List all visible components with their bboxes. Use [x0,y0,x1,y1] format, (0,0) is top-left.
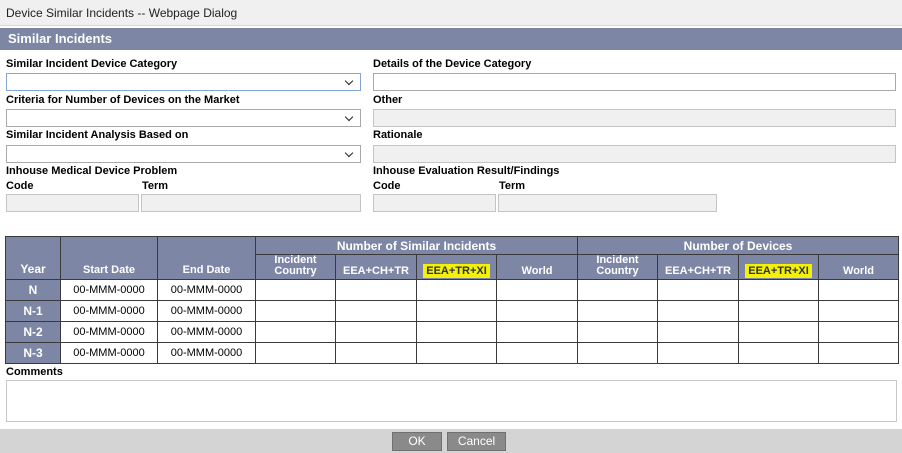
other-label: Other [373,94,403,106]
inhouse-eval-label: Inhouse Evaluation Result/Findings [373,165,560,177]
input-cell[interactable] [817,279,900,301]
window-title: Device Similar Incidents -- Webpage Dial… [0,0,902,26]
devices-world-header: World [817,254,900,280]
input-cell[interactable] [496,321,578,343]
input-cell[interactable] [817,300,900,322]
end-date-cell[interactable]: 00-MMM-0000 [157,321,256,343]
start-date-cell[interactable]: 00-MMM-0000 [60,279,158,301]
table-row: N-2 00-MMM-0000 00-MMM-0000 [5,321,900,343]
start-date-header: Start Date [60,236,158,280]
input-cell[interactable] [738,279,819,301]
devices-eea-ch-tr-header: EEA+CH+TR [657,254,739,280]
input-cell[interactable] [657,321,739,343]
input-cell[interactable] [657,279,739,301]
input-cell[interactable] [577,300,658,322]
dialog-footer: OK Cancel [0,429,902,453]
device-category-details-input[interactable] [373,73,896,91]
end-date-cell[interactable]: 00-MMM-0000 [157,279,256,301]
input-cell[interactable] [738,321,819,343]
eval-code-label: Code [373,180,401,192]
eval-code-input [373,194,496,212]
other-input [373,109,896,127]
problem-code-input [6,194,139,212]
device-category-label: Similar Incident Device Category [6,58,178,70]
criteria-select[interactable] [6,109,361,127]
input-cell[interactable] [657,342,739,364]
input-cell[interactable] [577,321,658,343]
analysis-label: Similar Incident Analysis Based on [6,129,189,141]
input-cell[interactable] [817,342,900,364]
devices-group-header: Number of Devices [576,236,900,255]
input-cell[interactable] [255,300,336,322]
chevron-down-icon [344,147,356,161]
input-cell[interactable] [416,279,497,301]
analysis-select[interactable] [6,145,361,163]
input-cell[interactable] [577,279,658,301]
eval-term-label: Term [499,180,526,192]
input-cell[interactable] [657,300,739,322]
input-cell[interactable] [496,300,578,322]
rationale-label: Rationale [373,129,423,141]
input-cell[interactable] [817,321,900,343]
chevron-down-icon [344,111,356,125]
device-category-select[interactable] [6,73,361,91]
start-date-cell[interactable]: 00-MMM-0000 [60,300,158,322]
input-cell[interactable] [255,279,336,301]
incidents-world-header: World [496,254,578,280]
devices-country-header: Incident Country [577,254,658,280]
comments-label: Comments [6,366,63,378]
incidents-eea-ch-tr-header: EEA+CH+TR [335,254,417,280]
start-date-cell[interactable]: 00-MMM-0000 [60,342,158,364]
input-cell[interactable] [416,300,497,322]
year-cell: N-3 [5,342,61,364]
table-row: N 00-MMM-0000 00-MMM-0000 [5,279,900,301]
end-date-header: End Date [157,236,256,280]
ok-button[interactable]: OK [392,432,442,451]
year-cell: N-2 [5,321,61,343]
end-date-cell[interactable]: 00-MMM-0000 [157,300,256,322]
similar-incidents-table: Year Start Date End Date Number of Simil… [5,236,900,364]
year-cell: N [5,279,61,301]
input-cell[interactable] [335,300,417,322]
cancel-button[interactable]: Cancel [447,432,506,451]
rationale-input [373,145,896,163]
year-header: Year [5,236,61,280]
incidents-eea-tr-xi-header: EEA+TR+XI [416,254,497,280]
similar-incidents-group-header: Number of Similar Incidents [255,236,578,255]
input-cell[interactable] [577,342,658,364]
section-title: Similar Incidents [0,28,902,50]
chevron-down-icon [344,75,356,89]
problem-term-label: Term [142,180,169,192]
input-cell[interactable] [255,342,336,364]
input-cell[interactable] [255,321,336,343]
input-cell[interactable] [496,342,578,364]
start-date-cell[interactable]: 00-MMM-0000 [60,321,158,343]
comments-textarea[interactable] [6,380,897,422]
devices-eea-tr-xi-header: EEA+TR+XI [738,254,819,280]
input-cell[interactable] [738,300,819,322]
input-cell[interactable] [335,279,417,301]
input-cell[interactable] [335,321,417,343]
inhouse-problem-label: Inhouse Medical Device Problem [6,165,178,177]
criteria-label: Criteria for Number of Devices on the Ma… [6,94,240,106]
input-cell[interactable] [335,342,417,364]
problem-code-label: Code [6,180,34,192]
input-cell[interactable] [416,342,497,364]
input-cell[interactable] [496,279,578,301]
incidents-country-header: Incident Country [255,254,336,280]
problem-term-input [141,194,361,212]
input-cell[interactable] [738,342,819,364]
input-cell[interactable] [416,321,497,343]
table-row: N-1 00-MMM-0000 00-MMM-0000 [5,300,900,322]
end-date-cell[interactable]: 00-MMM-0000 [157,342,256,364]
eval-term-input [498,194,717,212]
year-cell: N-1 [5,300,61,322]
device-category-details-label: Details of the Device Category [373,58,532,70]
table-row: N-3 00-MMM-0000 00-MMM-0000 [5,342,900,364]
